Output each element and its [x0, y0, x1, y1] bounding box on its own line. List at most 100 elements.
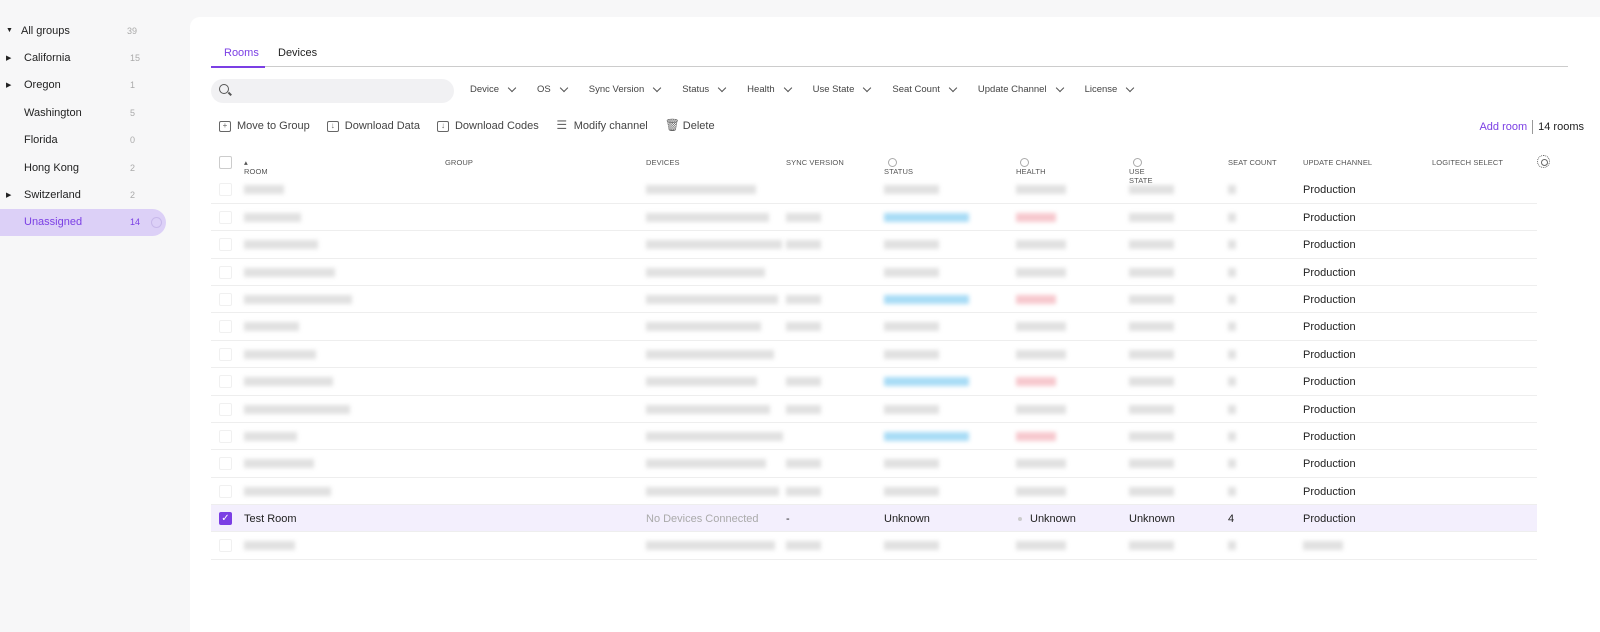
redacted-value — [884, 486, 939, 496]
redacted-value — [1016, 322, 1066, 332]
row-checkbox[interactable] — [219, 183, 232, 197]
table-row[interactable]: Production — [211, 259, 1537, 286]
modify-channel-button[interactable]: ☰ Modify channel — [556, 119, 647, 133]
filter-dropdown[interactable]: Use State — [813, 83, 872, 95]
redacted-value — [884, 240, 939, 250]
row-checkbox[interactable] — [219, 457, 232, 471]
redacted-value — [1129, 377, 1174, 387]
table-row[interactable]: Production — [211, 204, 1537, 232]
info-icon[interactable] — [1020, 158, 1029, 167]
delete-button[interactable]: 🗑 Delete — [665, 119, 715, 133]
group-count: 0 — [130, 135, 136, 146]
redacted-value — [244, 431, 297, 441]
group-item[interactable]: ▶ California 15 — [0, 44, 190, 71]
col-seat-count[interactable]: SEAT COUNT — [1228, 158, 1277, 167]
download-codes-button[interactable]: ↓ Download Codes — [436, 120, 539, 132]
table-row[interactable]: Production — [211, 286, 1537, 314]
table-row[interactable]: Production — [211, 423, 1537, 451]
search-input[interactable] — [211, 79, 454, 103]
filter-dropdown[interactable]: License — [1085, 83, 1135, 95]
table-row[interactable]: Production — [211, 313, 1537, 341]
redacted-value — [786, 212, 821, 222]
redacted-value — [1228, 459, 1236, 469]
table-row[interactable]: Production — [211, 396, 1537, 423]
table-row[interactable]: Production — [211, 450, 1537, 478]
group-label: Unassigned — [24, 216, 83, 229]
filter-dropdown[interactable]: Status — [682, 83, 727, 95]
update-channel-cell: Production — [1303, 430, 1356, 443]
row-checkbox[interactable] — [219, 265, 232, 279]
group-item[interactable]: Hong Kong 2 — [0, 154, 190, 181]
group-count: 1 — [130, 80, 136, 91]
tab-rooms[interactable]: Rooms — [211, 47, 265, 68]
filter-label: Health — [747, 84, 775, 95]
col-logitech-select[interactable]: LOGITECH SELECT — [1432, 158, 1503, 167]
row-checkbox[interactable] — [219, 238, 232, 252]
row-checkbox[interactable] — [219, 375, 232, 389]
select-all-checkbox[interactable] — [219, 156, 232, 169]
filter-label: Update Channel — [977, 84, 1047, 95]
filter-dropdown[interactable]: Sync Version — [589, 83, 662, 95]
row-checkbox[interactable] — [219, 402, 232, 416]
filter-dropdown[interactable]: Seat Count — [892, 83, 958, 95]
col-use-state[interactable]: USE STATE — [1129, 158, 1152, 185]
table-row[interactable]: ✓ Test Room No Devices Connected - Unknown Un… — [211, 505, 1537, 533]
col-update-channel[interactable]: UPDATE CHANNEL — [1303, 158, 1372, 167]
group-item[interactable]: ▶ Oregon 1 — [0, 72, 190, 99]
redacted-value — [244, 322, 299, 332]
tab-devices[interactable]: Devices — [278, 47, 317, 59]
add-room-link[interactable]: Add room — [1479, 121, 1527, 133]
download-data-button[interactable]: ↓ Download Data — [326, 120, 420, 132]
redacted-value — [646, 240, 782, 250]
redacted-value — [646, 212, 769, 222]
filter-dropdown[interactable]: Update Channel — [977, 83, 1064, 95]
filter-label: Seat Count — [892, 84, 940, 95]
table-row[interactable]: Production — [211, 341, 1537, 369]
caret-right-icon[interactable]: ▶ — [6, 191, 11, 199]
move-to-group-button[interactable]: + Move to Group — [219, 120, 310, 132]
info-icon[interactable] — [151, 216, 162, 228]
group-item[interactable]: ▶ Switzerland 2 — [0, 181, 190, 208]
info-icon[interactable] — [888, 158, 897, 167]
filter-dropdown[interactable]: Health — [747, 83, 792, 95]
col-status[interactable]: STATUS — [884, 158, 913, 176]
col-room[interactable]: ROOM ▴ — [244, 158, 268, 176]
filter-dropdown[interactable]: Device — [470, 83, 517, 95]
group-label: Florida — [24, 134, 58, 147]
row-checkbox[interactable] — [219, 484, 232, 498]
table-row[interactable]: Production — [211, 176, 1537, 204]
redacted-value — [1129, 267, 1174, 277]
group-item[interactable]: Florida 0 — [0, 127, 190, 154]
table-row[interactable]: Production — [211, 478, 1537, 506]
table-row[interactable] — [211, 532, 1537, 560]
update-channel-cell: Production — [1303, 321, 1356, 334]
row-checkbox[interactable] — [219, 320, 232, 334]
row-checkbox[interactable] — [219, 347, 232, 361]
row-checkbox[interactable] — [219, 210, 232, 224]
redacted-value — [884, 185, 939, 195]
row-checkbox[interactable] — [219, 429, 232, 443]
group-item[interactable]: ▼ All groups 39 — [0, 17, 190, 44]
gear-icon[interactable] — [1537, 155, 1550, 168]
caret-down-icon[interactable]: ▼ — [6, 27, 13, 34]
row-checkbox[interactable] — [219, 539, 232, 553]
row-checkbox[interactable]: ✓ — [219, 512, 232, 526]
info-icon[interactable] — [1133, 158, 1142, 167]
filter-dropdown[interactable]: OS — [537, 83, 569, 95]
table-row[interactable]: Production — [211, 231, 1537, 259]
col-health[interactable]: HEALTH — [1016, 158, 1046, 176]
caret-right-icon[interactable]: ▶ — [6, 81, 11, 89]
redacted-value — [1129, 212, 1174, 222]
table-row[interactable]: Production — [211, 368, 1537, 396]
redacted-value — [1228, 322, 1236, 332]
redacted-value — [786, 486, 821, 496]
group-item[interactable]: Unassigned 14 — [0, 208, 166, 237]
col-group[interactable]: GROUP — [445, 158, 473, 167]
redacted-value — [884, 541, 939, 551]
col-sync-version[interactable]: SYNC VERSION — [786, 158, 844, 167]
col-devices[interactable]: DEVICES — [646, 158, 680, 167]
group-item[interactable]: Washington 5 — [0, 99, 190, 126]
redacted-value — [244, 294, 352, 304]
row-checkbox[interactable] — [219, 292, 232, 306]
caret-right-icon[interactable]: ▶ — [6, 54, 11, 62]
